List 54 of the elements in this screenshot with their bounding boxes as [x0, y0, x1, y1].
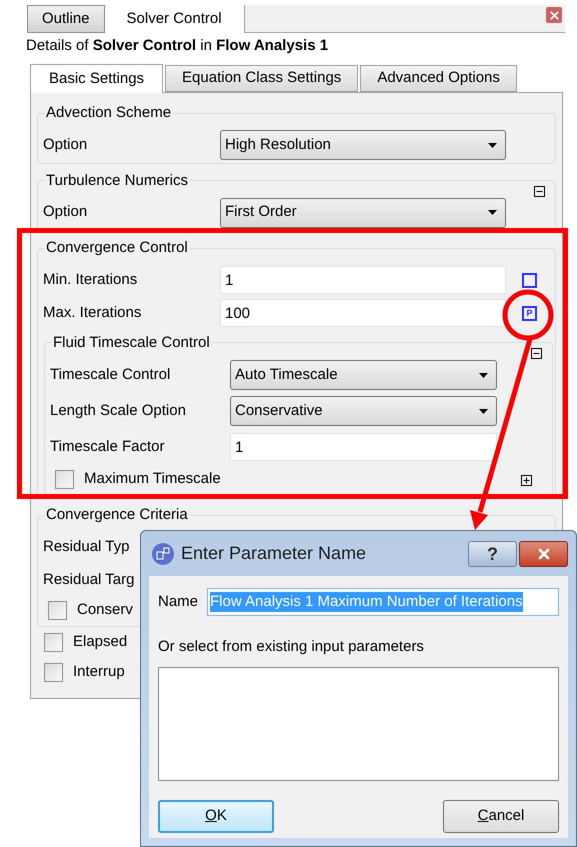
checkbox[interactable] [44, 633, 63, 652]
close-icon[interactable] [546, 7, 562, 23]
group-title: Fluid Timescale Control [52, 332, 211, 352]
parameter-checkbox[interactable] [522, 272, 537, 288]
dropdown[interactable]: Conservative [230, 396, 497, 426]
caret-icon [488, 142, 497, 148]
caret-icon [488, 210, 497, 215]
dialog-button[interactable]: OK [158, 800, 274, 832]
field-label: Timescale Control [50, 364, 172, 385]
checkbox-label: Maximum Timescale [84, 468, 221, 489]
settings-tab[interactable]: Advanced Options [360, 65, 517, 92]
input-field[interactable]: 100 [220, 299, 506, 327]
list-label: Or select from existing input parameters [158, 637, 425, 657]
input-field[interactable]: 1 [230, 433, 497, 461]
field-label: Option [43, 134, 88, 155]
field-label: Length Scale Option [50, 400, 187, 421]
checkbox[interactable] [55, 470, 74, 488]
checkbox-label: Interrup [73, 662, 125, 682]
dropdown[interactable]: First Order [220, 198, 506, 228]
parameter-marker[interactable]: P [522, 306, 537, 320]
expand-icon[interactable] [521, 475, 532, 486]
name-label: Name [158, 592, 198, 612]
field-label: Option [43, 202, 88, 222]
checkbox[interactable] [48, 601, 67, 620]
dialog-button[interactable]: Cancel [443, 800, 559, 832]
field-label: Residual Targ [43, 570, 134, 590]
group-title: Turbulence Numerics [45, 170, 189, 190]
group-title: Convergence Criteria [45, 505, 189, 525]
field-label: Timescale Factor [50, 436, 166, 457]
collapse-icon[interactable] [534, 186, 545, 197]
panel-tab[interactable]: Outline [27, 5, 105, 33]
checkbox-label: Conserv [77, 600, 133, 620]
x-icon [536, 546, 552, 562]
dialog-title: Enter Parameter Name [181, 542, 368, 565]
help-button[interactable]: ? [468, 540, 517, 566]
details-title: Details of Solver Control in Flow Analysis 1 [25, 36, 330, 56]
dropdown[interactable]: High Resolution [220, 130, 506, 160]
close-button[interactable] [519, 540, 568, 566]
settings-tab[interactable]: Basic Settings [30, 64, 164, 93]
caret-icon [479, 372, 488, 378]
app-icon [151, 542, 175, 566]
group-title: Advection Scheme [45, 103, 172, 123]
caret-icon [479, 408, 488, 414]
field-label: Max. Iterations [43, 302, 142, 323]
group-title: Convergence Control [45, 238, 189, 258]
checkbox-label: Elapsed [73, 632, 128, 652]
field-label: Residual Typ [43, 536, 130, 557]
field-label: Min. Iterations [43, 270, 138, 290]
input-field[interactable]: 1 [220, 266, 506, 294]
dropdown[interactable]: Auto Timescale [230, 360, 497, 390]
highlight-circle [502, 290, 554, 340]
checkbox[interactable] [44, 663, 63, 682]
collapse-icon[interactable] [531, 348, 542, 359]
settings-tab[interactable]: Equation Class Settings [165, 65, 358, 92]
